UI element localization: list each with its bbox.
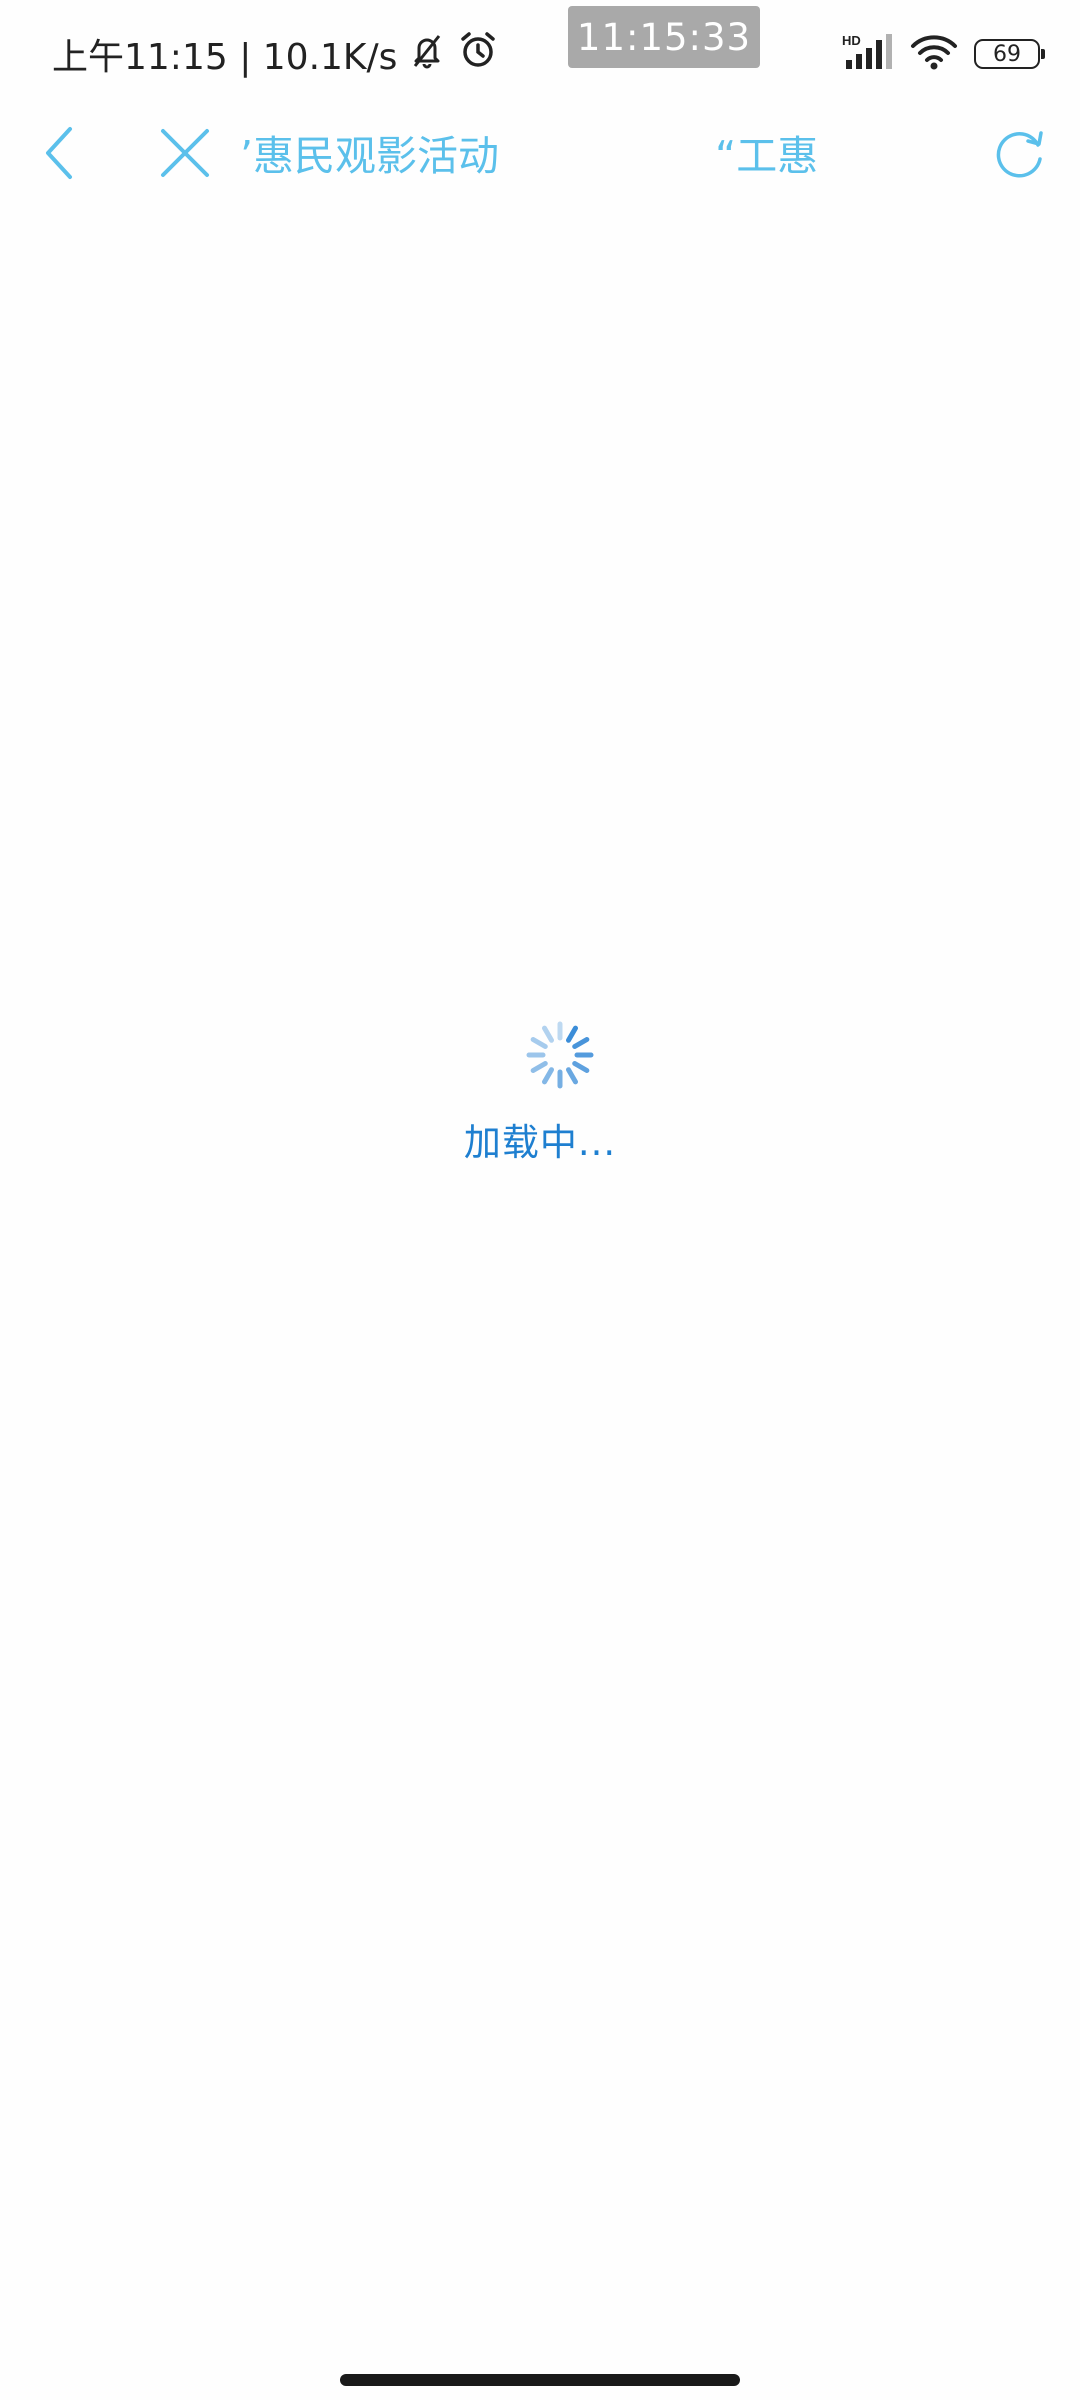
spinner-icon [525, 1020, 595, 1090]
status-left: 上午11:15 | 10.1K/s [52, 30, 499, 78]
clock-overlay: 11:15:33 [568, 6, 760, 68]
bell-off-icon [407, 30, 447, 79]
spinner-spoke [542, 1025, 554, 1043]
status-right: HD 69 [842, 30, 1045, 78]
screen: 上午11:15 | 10.1K/s 11:15:33 HD 69 ’惠民观影活动… [0, 0, 1080, 2400]
signal-icon: HD [842, 32, 894, 76]
close-button[interactable] [150, 120, 220, 190]
page-title-segment: ’惠民观影活动 [240, 132, 500, 180]
loading-text: 加载中... [463, 1121, 617, 1164]
spinner-spoke [572, 1061, 590, 1073]
status-bar: 上午11:15 | 10.1K/s 11:15:33 HD 69 [0, 0, 1080, 110]
loading-indicator: 加载中... [0, 1020, 1080, 1180]
refresh-icon [992, 125, 1048, 185]
spinner-spoke [542, 1067, 554, 1085]
refresh-button[interactable] [985, 120, 1055, 190]
spinner-spoke [530, 1061, 548, 1073]
spinner-spoke [566, 1067, 578, 1085]
chevron-left-icon [40, 123, 80, 187]
battery-indicator: 69 [974, 39, 1045, 69]
back-button[interactable] [30, 120, 90, 190]
status-time-net: 上午11:15 | 10.1K/s [52, 37, 398, 78]
close-icon [157, 125, 213, 185]
alarm-icon [457, 29, 499, 80]
spinner-spoke [530, 1037, 548, 1049]
page-title-marquee: ’惠民观影活动 “工惠 [240, 124, 840, 188]
home-indicator[interactable] [340, 2374, 740, 2386]
nav-bar: ’惠民观影活动 “工惠 [0, 110, 1080, 202]
wifi-icon [910, 32, 958, 76]
spinner-spoke [572, 1037, 590, 1049]
spinner-spoke [566, 1025, 578, 1043]
page-title-segment: “工惠 [715, 132, 819, 180]
battery-level: 69 [993, 41, 1021, 67]
network-type-label: HD [842, 33, 861, 48]
